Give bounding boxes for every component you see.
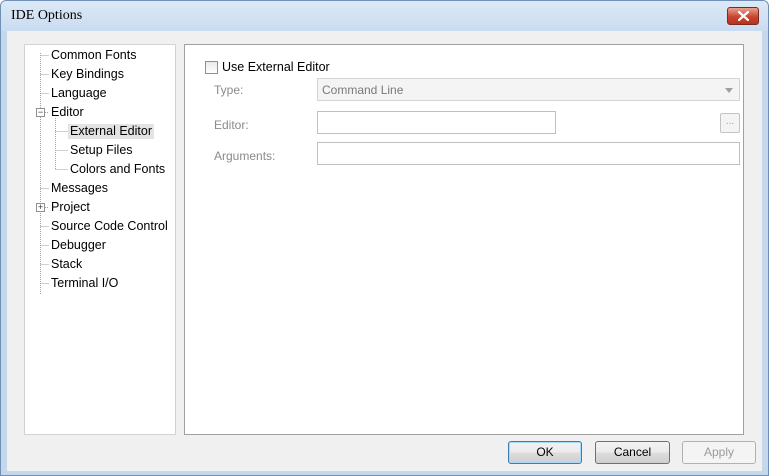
tree-item-label: Terminal I/O: [51, 276, 119, 290]
editor-label: Editor:: [214, 118, 249, 132]
tree-item-label: Stack: [51, 257, 83, 271]
title-bar: IDE Options: [1, 1, 768, 31]
type-label: Type:: [214, 83, 244, 97]
ok-button[interactable]: OK: [508, 441, 582, 464]
tree-item-label: Common Fonts: [51, 48, 137, 62]
tree-item-label: Colors and Fonts: [70, 162, 166, 176]
dialog-client-area: Common Fonts Key Bindings Language − Edi…: [7, 31, 762, 471]
arguments-input[interactable]: [317, 142, 740, 165]
external-editor-settings: Use External Editor Type: Command Line E…: [184, 44, 744, 435]
tree-item-label: Source Code Control: [51, 219, 168, 233]
tree-item-label: Editor: [51, 105, 84, 119]
expand-project-icon[interactable]: +: [36, 203, 45, 212]
tree-item-label: External Editor: [68, 124, 154, 139]
tree-item-label: Setup Files: [70, 143, 133, 157]
type-select[interactable]: Command Line: [317, 78, 740, 101]
cancel-button[interactable]: Cancel: [595, 441, 670, 464]
apply-button[interactable]: Apply: [682, 441, 756, 464]
tree-item-label: Messages: [51, 181, 108, 195]
browse-button[interactable]: ...: [720, 113, 740, 133]
options-tree: Common Fonts Key Bindings Language − Edi…: [24, 44, 176, 435]
use-external-editor-label: Use External Editor: [222, 60, 330, 74]
ide-options-dialog: IDE Options Common Fonts Key Bindings La…: [0, 0, 769, 476]
editor-path-input[interactable]: [317, 111, 556, 134]
tree-item-label: Key Bindings: [51, 67, 124, 81]
chevron-down-icon: [725, 88, 733, 93]
arguments-label: Arguments:: [214, 149, 276, 163]
close-button[interactable]: [727, 7, 759, 25]
window-title: IDE Options: [11, 8, 83, 23]
tree-item-label: Language: [51, 86, 107, 100]
tree-item-label: Debugger: [51, 238, 106, 252]
type-select-value: Command Line: [322, 83, 404, 97]
use-external-editor-checkbox[interactable]: [205, 61, 218, 74]
close-icon: [738, 11, 749, 21]
tree-item-label: Project: [51, 200, 90, 214]
collapse-editor-icon[interactable]: −: [36, 108, 45, 117]
